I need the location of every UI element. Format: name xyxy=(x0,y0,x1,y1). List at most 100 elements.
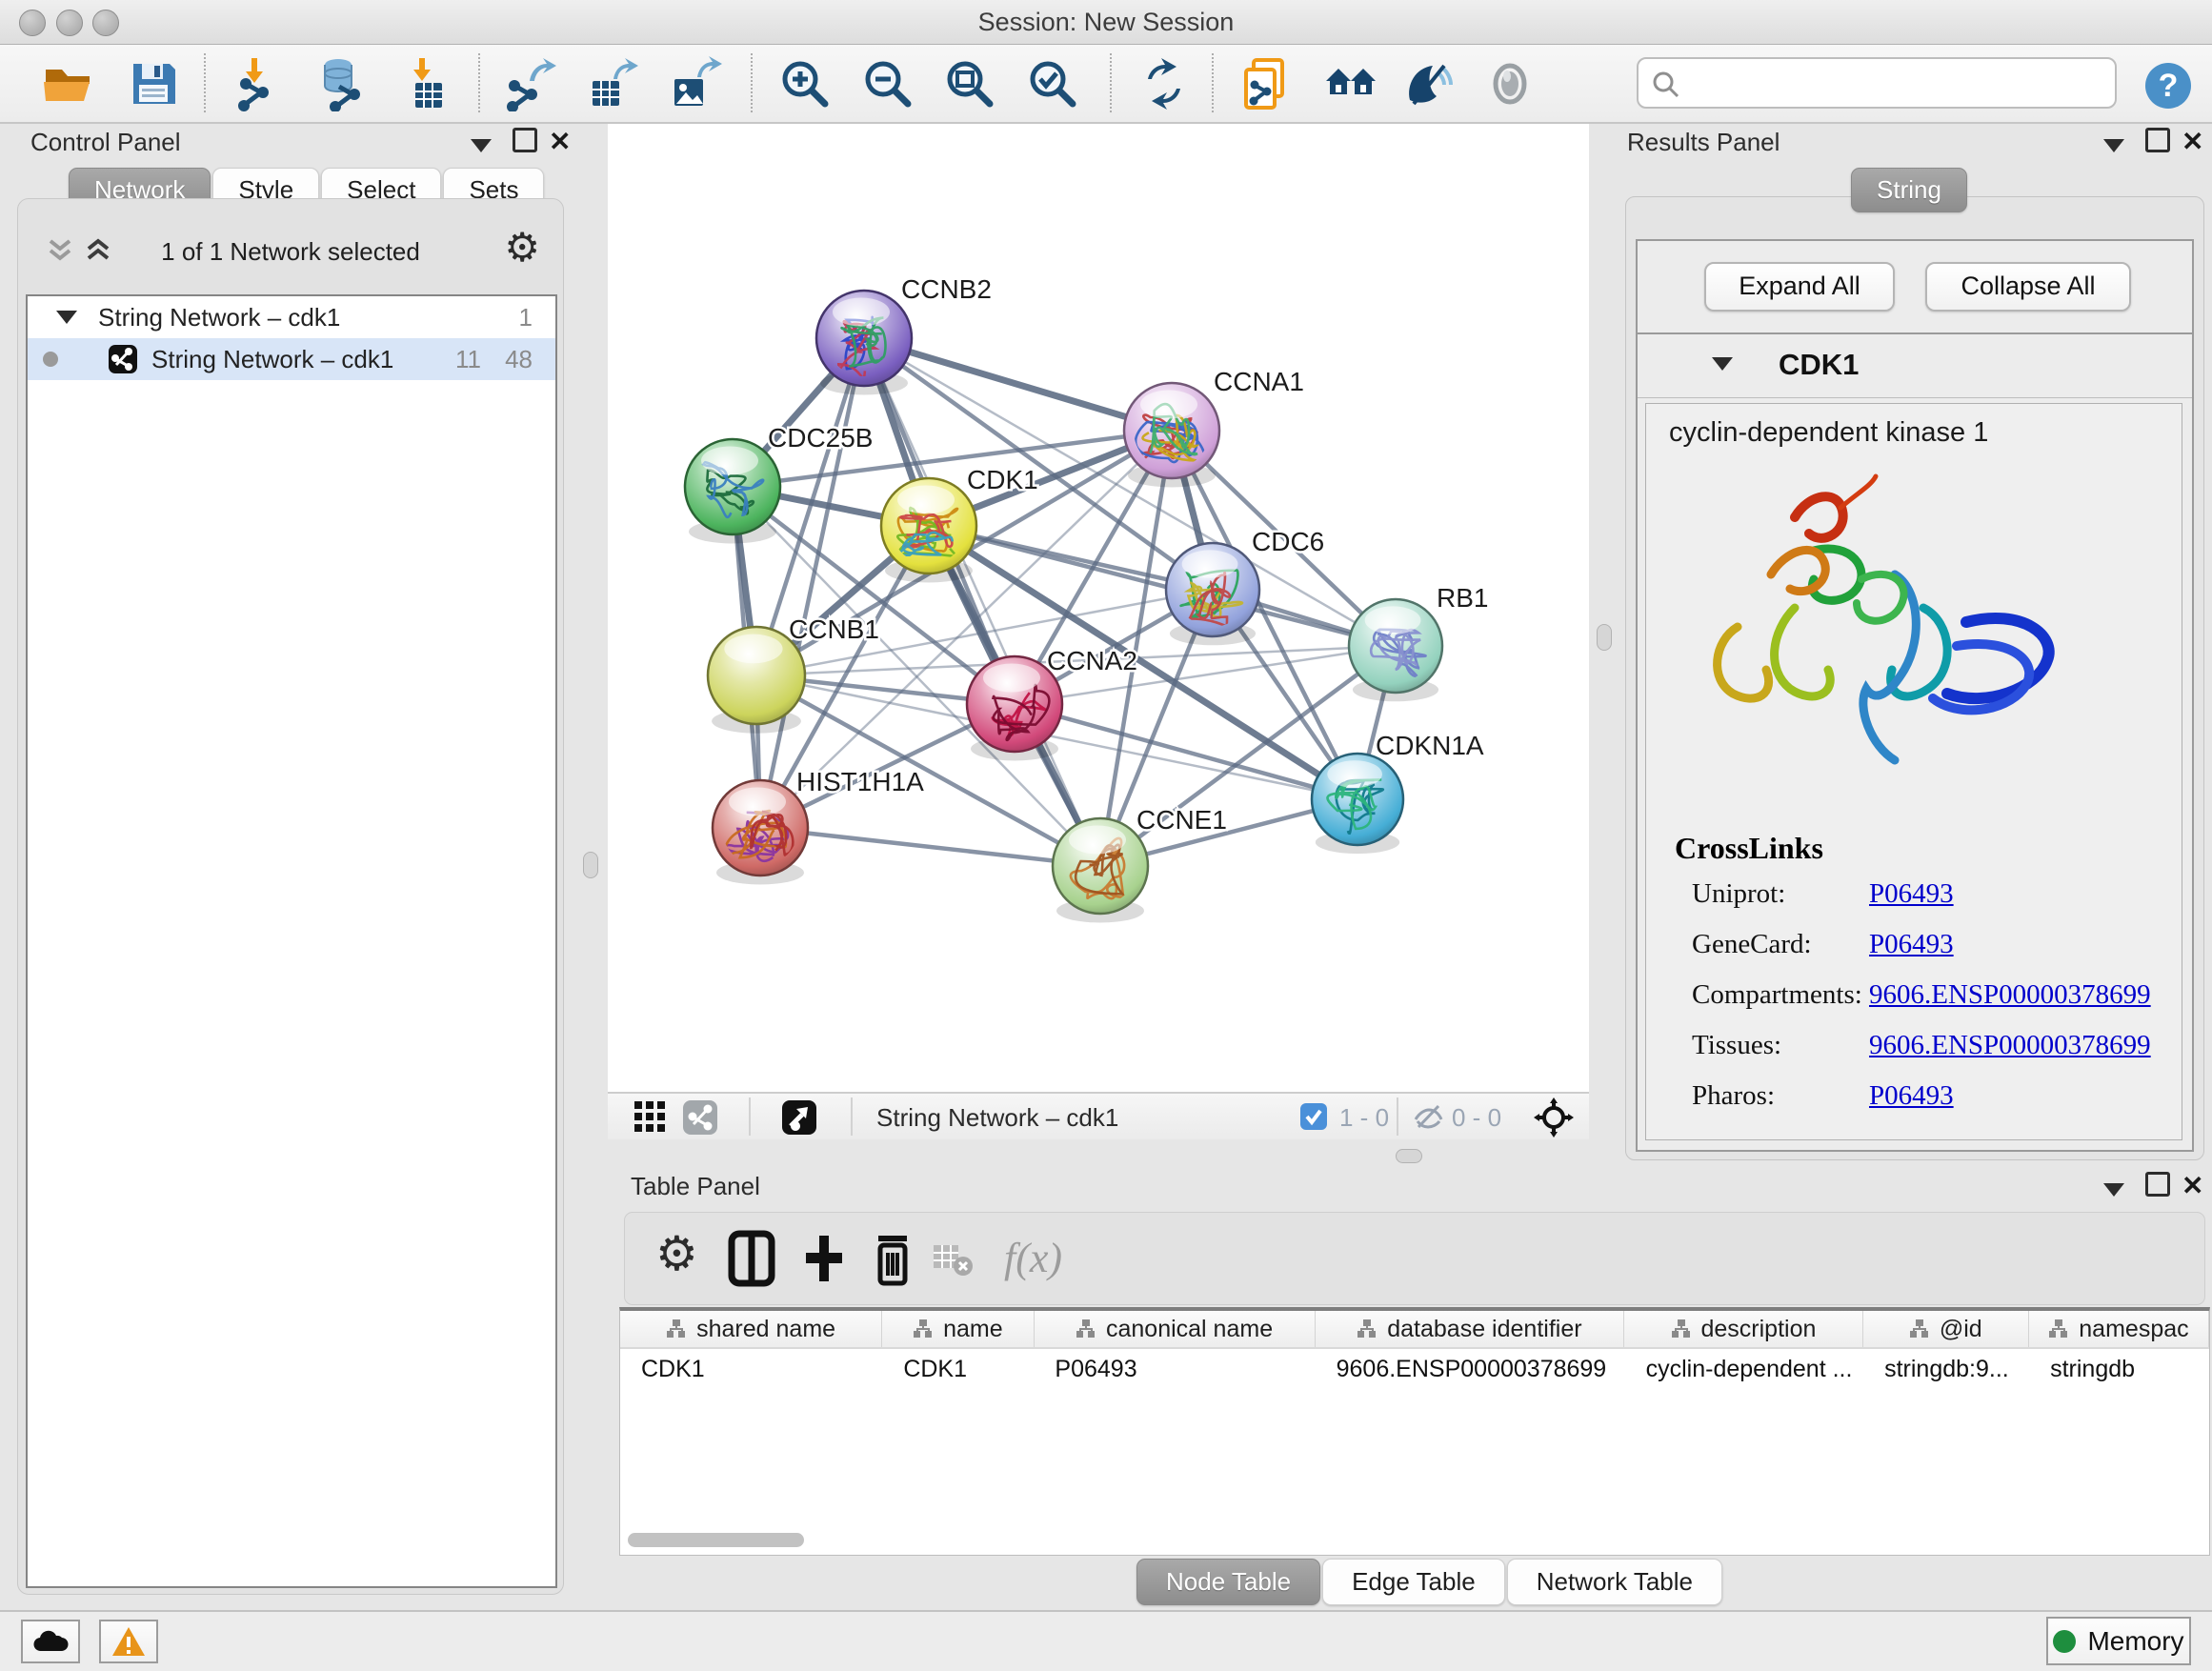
toolbar-separator xyxy=(1110,53,1112,112)
close-panel-icon[interactable]: ✕ xyxy=(549,126,571,157)
warnings-button[interactable] xyxy=(99,1620,158,1663)
zoom-out-icon[interactable] xyxy=(860,56,915,111)
table-options-gear-icon[interactable]: ⚙ xyxy=(655,1230,713,1287)
expand-all-button[interactable]: Expand All xyxy=(1704,262,1895,312)
save-session-icon[interactable] xyxy=(126,56,181,111)
gene-details: cyclin-dependent kinase 1 xyxy=(1645,403,2182,1140)
float-panel-icon[interactable] xyxy=(471,130,492,159)
column-type-icon xyxy=(666,1319,687,1339)
horizontal-scrollbar-thumb[interactable] xyxy=(628,1533,804,1547)
network-canvas[interactable]: CCNB2CCNA1CDC25BCDK1CDC6RB1CCNB1CCNA2CDK… xyxy=(608,124,1589,1094)
toolbar-separator xyxy=(478,53,480,112)
cell-description: cyclin-dependent ... xyxy=(1625,1356,1863,1383)
column-type-icon xyxy=(1909,1319,1930,1339)
column-header-canonical-name[interactable]: canonical name xyxy=(1035,1311,1316,1347)
table-row[interactable]: CDK1CDK1P064939606.ENSP00000378699cyclin… xyxy=(620,1349,2209,1389)
crosslink-link[interactable]: P06493 xyxy=(1869,929,1954,959)
hidden-eye-icon xyxy=(1412,1102,1444,1136)
show-column-icon[interactable] xyxy=(726,1230,783,1287)
column-type-icon xyxy=(1076,1319,1096,1339)
export-table-icon[interactable] xyxy=(585,56,640,111)
title-bar: Session: New Session xyxy=(0,0,2212,45)
gene-section-header[interactable]: CDK1 xyxy=(1638,334,2192,398)
column-header-name[interactable]: name xyxy=(882,1311,1034,1347)
open-session-icon[interactable] xyxy=(40,56,95,111)
close-panel-icon[interactable]: ✕ xyxy=(2182,1170,2203,1201)
crosslink-link[interactable]: P06493 xyxy=(1869,1080,1954,1111)
grid-view-icon[interactable] xyxy=(633,1099,667,1138)
column-header-@id[interactable]: @id xyxy=(1863,1311,2029,1347)
window-title: Session: New Session xyxy=(0,8,2212,37)
float-panel-icon[interactable] xyxy=(2103,1174,2124,1203)
tab-network-table[interactable]: Network Table xyxy=(1507,1559,1722,1605)
crosslink-link[interactable]: 9606.ENSP00000378699 xyxy=(1869,1030,2151,1060)
birdseye-view-icon[interactable] xyxy=(781,1099,817,1140)
import-network-icon[interactable] xyxy=(232,56,288,111)
delete-column-icon[interactable] xyxy=(867,1230,924,1287)
main-toolbar: ? xyxy=(0,45,2212,124)
undock-panel-icon[interactable] xyxy=(2145,1172,2170,1203)
network-collection-row[interactable]: String Network – cdk1 1 xyxy=(28,296,555,338)
zoom-selected-icon[interactable] xyxy=(1025,56,1080,111)
table-toolbar: ⚙ f(x) xyxy=(624,1212,2205,1305)
cloud-button[interactable] xyxy=(21,1620,80,1663)
column-type-icon xyxy=(1357,1319,1377,1339)
import-database-icon[interactable] xyxy=(312,56,368,111)
import-table-icon[interactable] xyxy=(400,56,455,111)
close-panel-icon[interactable]: ✕ xyxy=(2182,126,2203,157)
crosslink-row: Compartments:9606.ENSP00000378699 xyxy=(1692,979,2168,1030)
column-header-namespac[interactable]: namespac xyxy=(2029,1311,2209,1347)
network-icon xyxy=(108,344,138,374)
network-view: CCNB2CCNA1CDC25BCDK1CDC6RB1CCNB1CCNA2CDK… xyxy=(608,124,1589,1139)
memory-button[interactable]: Memory xyxy=(2046,1617,2191,1665)
delete-table-icon[interactable] xyxy=(932,1241,989,1299)
tab-edge-table[interactable]: Edge Table xyxy=(1322,1559,1505,1605)
column-header-shared-name[interactable]: shared name xyxy=(620,1311,882,1347)
crosslink-row: Tissues:9606.ENSP00000378699 xyxy=(1692,1030,2168,1080)
undock-panel-icon[interactable] xyxy=(2145,128,2170,159)
node-label-CDK1: CDK1 xyxy=(967,465,1038,494)
network-options-gear-icon[interactable]: ⚙ xyxy=(504,228,540,268)
column-header-description[interactable]: description xyxy=(1624,1311,1862,1347)
network-row[interactable]: String Network – cdk1 11 48 xyxy=(28,338,555,380)
export-image-icon[interactable] xyxy=(667,56,722,111)
home-icon[interactable] xyxy=(1324,56,1379,111)
fit-selected-crosshair-icon[interactable] xyxy=(1534,1097,1574,1142)
hide-selected-icon[interactable] xyxy=(1400,56,1456,111)
network-tree: String Network – cdk1 1 String Network –… xyxy=(26,294,557,1588)
search-icon xyxy=(1650,69,1682,101)
left-splitter-handle[interactable] xyxy=(583,852,598,878)
annotations-icon[interactable] xyxy=(1238,56,1294,111)
bottom-splitter-handle[interactable] xyxy=(1396,1149,1422,1163)
search-box xyxy=(1637,57,2117,109)
add-column-icon[interactable] xyxy=(798,1230,855,1287)
tab-node-table[interactable]: Node Table xyxy=(1136,1559,1320,1605)
export-network-icon[interactable] xyxy=(503,56,558,111)
collapse-section-icon[interactable] xyxy=(1712,357,1733,371)
search-input[interactable] xyxy=(1688,63,2101,101)
show-selected-icon[interactable] xyxy=(1482,56,1538,111)
undock-panel-icon[interactable] xyxy=(513,128,537,159)
selected-checkbox-icon[interactable] xyxy=(1299,1102,1328,1136)
network-share-view-icon[interactable] xyxy=(682,1099,718,1140)
function-builder-fx[interactable]: f(x) xyxy=(1004,1234,1061,1291)
help-icon[interactable]: ? xyxy=(2143,61,2199,116)
expand-collapse-box: Expand All Collapse All xyxy=(1636,239,2194,334)
crosslink-link[interactable]: P06493 xyxy=(1869,878,1954,909)
table-panel: Table Panel ✕ ⚙ f(x) shared namenamecano… xyxy=(617,1170,2212,1606)
tab-string[interactable]: String xyxy=(1851,168,1967,212)
cloud-icon xyxy=(31,1628,70,1655)
zoom-fit-icon[interactable] xyxy=(942,56,997,111)
zoom-in-icon[interactable] xyxy=(777,56,833,111)
right-splitter-handle[interactable] xyxy=(1597,624,1612,651)
column-type-icon xyxy=(913,1319,934,1339)
float-panel-icon[interactable] xyxy=(2103,130,2124,159)
toolbar-separator xyxy=(1397,1097,1398,1136)
crosslink-link[interactable]: 9606.ENSP00000378699 xyxy=(1869,979,2151,1010)
column-header-database-identifier[interactable]: database identifier xyxy=(1316,1311,1625,1347)
collection-expand-icon[interactable] xyxy=(56,311,77,324)
gene-section: CDK1 cyclin-dependent kinase 1 xyxy=(1636,332,2194,1152)
refresh-icon[interactable] xyxy=(1136,56,1192,111)
collapse-all-button[interactable]: Collapse All xyxy=(1925,262,2131,312)
node-label-HIST1H1A: HIST1H1A xyxy=(796,767,924,796)
